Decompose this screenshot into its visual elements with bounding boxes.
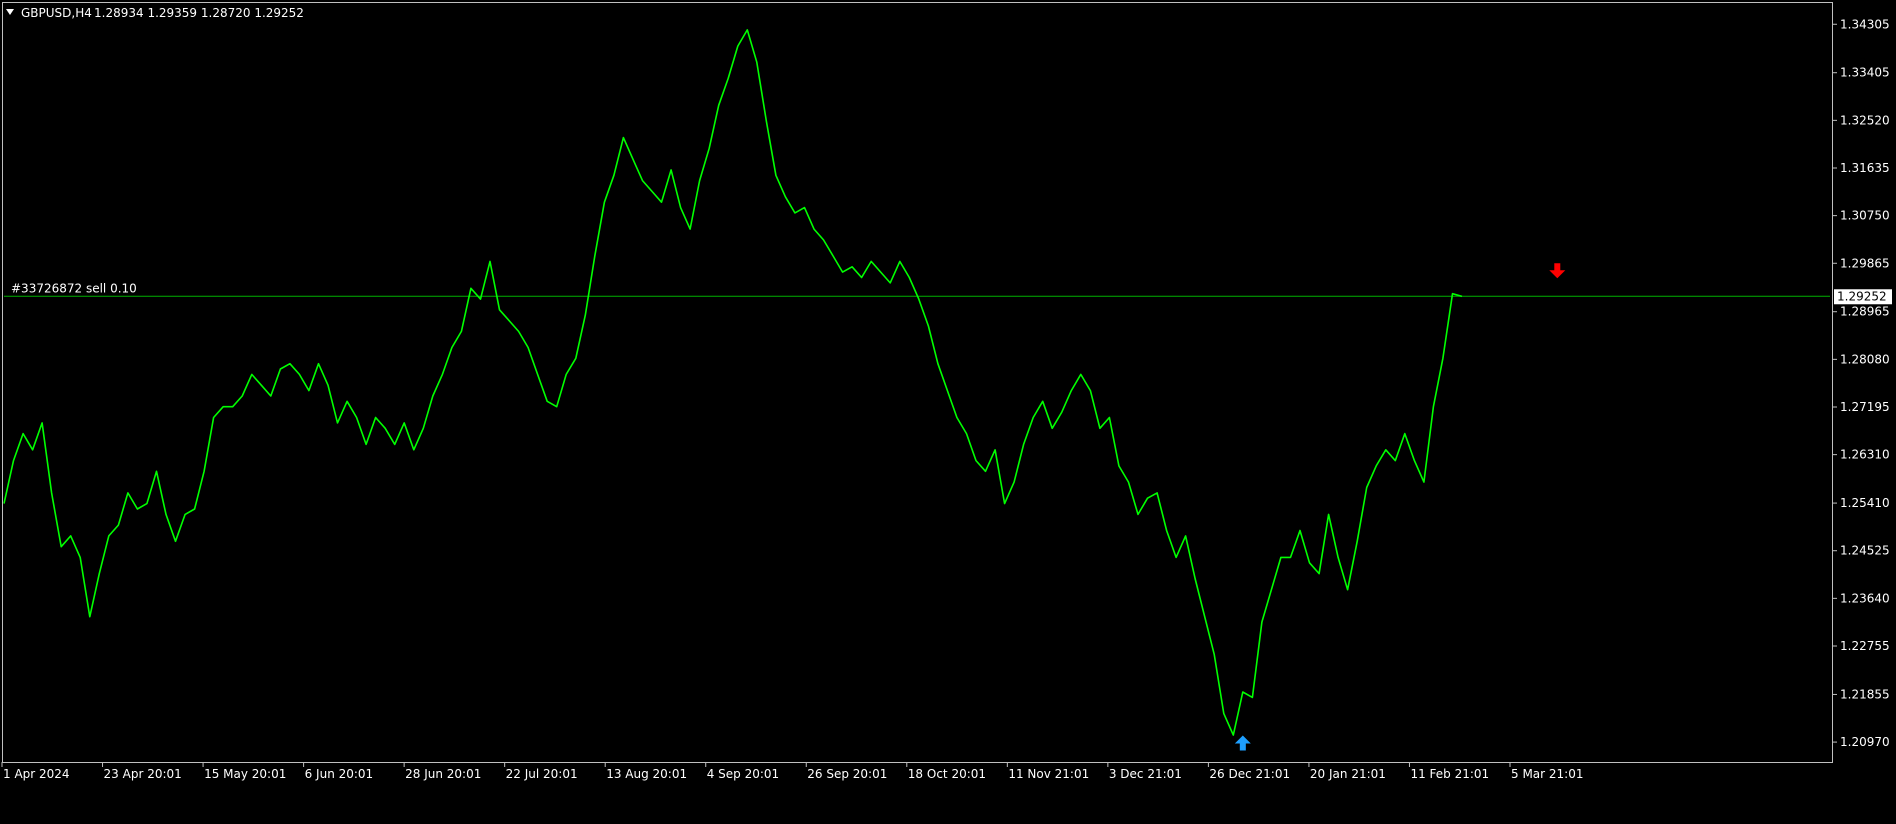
x-tick-label: 11 Nov 21:01 — [1008, 767, 1089, 781]
x-tick-label: 26 Dec 21:01 — [1209, 767, 1290, 781]
y-tick-label: 1.28080 — [1840, 352, 1890, 366]
ohlc-values: 1.28934 1.29359 1.28720 1.29252 — [94, 6, 304, 20]
y-tick-label: 1.21855 — [1840, 687, 1890, 701]
y-tick-label: 1.33405 — [1840, 66, 1890, 80]
price-chart[interactable]: 1.34305 1.33405 1.32520 1.31635 1.30750 1.298… — [0, 0, 1896, 820]
y-tick-label: 1.25410 — [1840, 496, 1890, 510]
x-tick-label: 20 Jan 21:01 — [1310, 767, 1386, 781]
x-tick-label: 11 Feb 21:01 — [1410, 767, 1489, 781]
x-tick-label: 6 Jun 20:01 — [305, 767, 374, 781]
current-price-tag: 1.29252 — [1834, 289, 1892, 305]
y-tick-label: 1.27195 — [1840, 400, 1890, 414]
x-tick-label: 1 Apr 2024 — [3, 767, 70, 781]
x-tick-label: 13 Aug 20:01 — [606, 767, 687, 781]
y-tick-label: 1.28965 — [1840, 305, 1890, 319]
y-tick-label: 1.23640 — [1840, 591, 1890, 605]
x-tick-label: 28 Jun 20:01 — [405, 767, 481, 781]
y-tick-label: 1.31635 — [1840, 161, 1890, 175]
x-tick-label: 22 Jul 20:01 — [506, 767, 578, 781]
y-tick-label: 1.20970 — [1840, 735, 1890, 749]
order-line-label: #33726872 sell 0.10 — [11, 281, 137, 295]
x-tick-label: 18 Oct 20:01 — [908, 767, 986, 781]
x-tick-label: 15 May 20:01 — [204, 767, 286, 781]
y-tick-label: 1.34305 — [1840, 17, 1890, 31]
y-tick-label: 1.30750 — [1840, 209, 1890, 223]
x-tick-label: 26 Sep 20:01 — [807, 767, 887, 781]
y-tick-label: 1.26310 — [1840, 448, 1890, 462]
x-tick-label: 3 Dec 21:01 — [1109, 767, 1182, 781]
chart-header: GBPUSD,H4 1.28934 1.29359 1.28720 1.2925… — [6, 6, 304, 20]
chart-background — [0, 0, 1896, 820]
y-tick-label: 1.22755 — [1840, 639, 1890, 653]
y-tick-label: 1.29865 — [1840, 256, 1890, 270]
y-tick-label: 1.24525 — [1840, 544, 1890, 558]
x-tick-label: 23 Apr 20:01 — [104, 767, 182, 781]
x-tick-label: 4 Sep 20:01 — [707, 767, 779, 781]
current-price-label: 1.29252 — [1837, 289, 1887, 303]
symbol-label: GBPUSD,H4 — [21, 6, 92, 20]
y-tick-label: 1.32520 — [1840, 113, 1890, 127]
chart-window[interactable]: 1.34305 1.33405 1.32520 1.31635 1.30750 1.298… — [0, 0, 1896, 820]
x-tick-label: 5 Mar 21:01 — [1511, 767, 1584, 781]
